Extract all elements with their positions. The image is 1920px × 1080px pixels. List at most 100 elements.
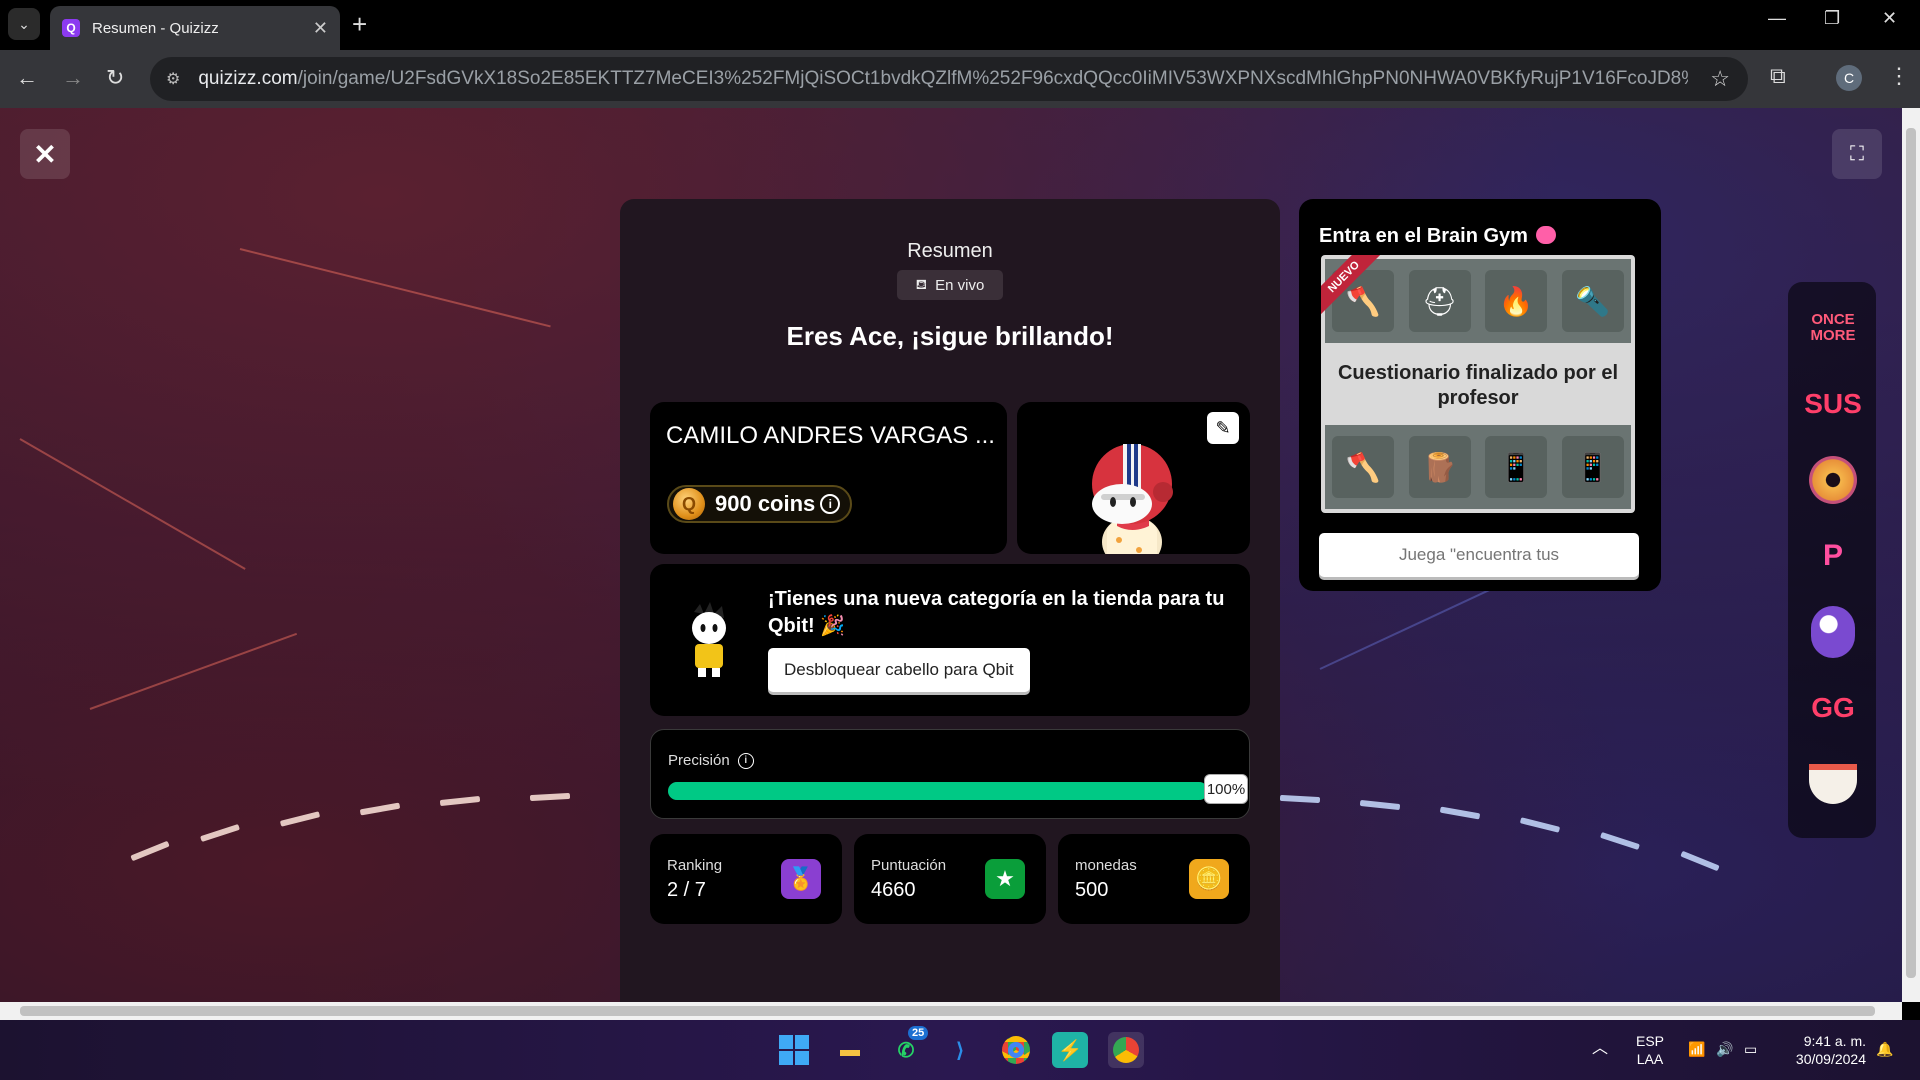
bg-streak (19, 438, 246, 570)
coins-balance[interactable]: Q 900 coins i (667, 485, 853, 523)
bg-streak (89, 632, 298, 710)
tab-close-icon[interactable]: ✕ (313, 18, 328, 39)
language-indicator[interactable]: ESP LAA (1636, 1032, 1664, 1068)
brain-icon (1535, 226, 1556, 244)
site-info-icon[interactable]: ⚙ (166, 69, 180, 89)
reload-button[interactable]: ↻ (106, 65, 124, 91)
brain-gym-caption: Cuestionario finalizado por el profesor (1337, 362, 1619, 409)
result-headline: Eres Ace, ¡sigue brillando! (786, 321, 1114, 351)
game-once-more[interactable]: ONCE MORE (1801, 300, 1865, 356)
extensions-icon[interactable]: ⧉ (1770, 63, 1786, 89)
coins-stat: monedas 500 🪙 (1058, 834, 1250, 924)
bg-light (439, 795, 481, 807)
wifi-icon[interactable]: 📶 (1688, 1040, 1705, 1058)
info-icon[interactable]: i (820, 494, 841, 514)
bg-light (1680, 850, 1720, 872)
brain-gym-banner[interactable]: 🪓 ⛑ 🔥 🔦 NUEVO Cuestionario finalizado po… (1321, 255, 1635, 513)
donut-icon (1809, 456, 1857, 504)
player-name: CAMILO ANDRES VARGAS ... (666, 422, 995, 449)
ramen-icon (1809, 764, 1857, 804)
close-button[interactable]: ✕ (20, 129, 70, 179)
accuracy-value: 100% (1204, 774, 1248, 804)
stat-value: 2 / 7 (667, 879, 706, 901)
game-ramen[interactable] (1801, 756, 1865, 812)
app-bolt-icon[interactable]: ⚡ (1052, 1032, 1088, 1068)
bg-light (279, 811, 321, 827)
coin-icon: Q (673, 488, 705, 520)
bg-light (1279, 794, 1321, 804)
tab-bar: ⌄ Q Resumen - Quizizz ✕ + — ❐ ✕ (0, 0, 1920, 50)
lang-region: LAA (1636, 1051, 1664, 1067)
chrome-profile-icon[interactable] (1108, 1032, 1144, 1068)
ranking-stat: Ranking 2 / 7 🏅 (650, 834, 842, 924)
tray-chevron-icon[interactable]: ︿ (1592, 1040, 1608, 1058)
url-text: quizizz.com/join/game/U2FsdGVkX18So2E85E… (198, 68, 1688, 89)
notification-badge: 25 (908, 1026, 929, 1040)
player-card: CAMILO ANDRES VARGAS ... Q 900 coins i (650, 402, 1007, 554)
bg-light (130, 840, 170, 862)
profile-avatar[interactable]: C (1836, 65, 1862, 91)
stat-label: Ranking (667, 857, 723, 874)
battery-icon[interactable]: ▭ (1744, 1040, 1757, 1058)
menu-icon[interactable]: ⋮ (1888, 63, 1910, 89)
restore-button[interactable]: ❐ (1824, 8, 1840, 29)
scroll-thumb[interactable] (20, 1006, 1875, 1016)
phone-icon: 📱 (1561, 436, 1624, 498)
new-tab-button[interactable]: + (352, 10, 367, 38)
pencil-icon: ✎ (1215, 417, 1231, 438)
unlock-hair-button[interactable]: Desbloquear cabello para Qbit (768, 648, 1030, 692)
phone-icon: 📱 (1485, 436, 1548, 498)
tab-search-button[interactable]: ⌄ (8, 8, 40, 40)
bg-light (1519, 817, 1561, 833)
avatar (1092, 444, 1173, 554)
lang-code: ESP (1636, 1033, 1665, 1049)
bg-light (1439, 806, 1481, 820)
brain-gym-title-text: Entra en el Brain Gym (1319, 225, 1528, 247)
game-p[interactable]: P (1801, 528, 1865, 584)
vertical-scrollbar[interactable] (1902, 108, 1920, 1002)
games-rail: ONCE MORE SUS P GG (1788, 282, 1876, 838)
horizontal-scrollbar[interactable] (0, 1002, 1902, 1020)
fullscreen-button[interactable]: ⛶ (1832, 129, 1882, 179)
bookmark-star-icon[interactable]: ☆ (1710, 66, 1730, 92)
active-tab[interactable]: Q Resumen - Quizizz ✕ (50, 6, 340, 50)
flashlight-icon: 🔦 (1561, 270, 1624, 332)
stat-value: 500 (1075, 879, 1109, 901)
bg-streak (239, 248, 551, 328)
notification-bell-icon[interactable]: 🔔 (1876, 1040, 1893, 1058)
tab-title: Resumen - Quizizz (92, 19, 219, 37)
mode-label: En vivo (935, 276, 985, 294)
address-bar[interactable]: ⚙ quizizz.com/join/game/U2FsdGVkX18So2E8… (150, 57, 1748, 101)
file-explorer-icon[interactable]: ▬ (832, 1032, 868, 1068)
axe-icon: 🪓 (1332, 436, 1395, 498)
windows-start-icon[interactable] (776, 1032, 812, 1068)
chrome-icon[interactable] (998, 1032, 1034, 1068)
scroll-thumb[interactable] (1906, 128, 1916, 978)
game-gg[interactable]: GG (1801, 680, 1865, 736)
minimize-button[interactable]: — (1768, 8, 1786, 29)
accuracy-card: Precisión i 100% (650, 729, 1250, 819)
clock[interactable]: 9:41 a. m. 30/09/2024 (1782, 1032, 1866, 1068)
game-astronaut[interactable] (1801, 604, 1865, 660)
edit-avatar-button[interactable]: ✎ (1207, 412, 1239, 444)
info-icon[interactable]: i (737, 752, 754, 769)
brain-gym-input[interactable] (1319, 533, 1639, 577)
summary-panel: Resumen ⛾ En vivo Eres Ace, ¡sigue brill… (620, 199, 1280, 1002)
forward-button[interactable]: → (62, 65, 84, 91)
game-sus[interactable]: SUS (1801, 376, 1865, 432)
close-window-button[interactable]: ✕ (1882, 8, 1897, 29)
accuracy-bar-fill (668, 782, 1208, 800)
promo-message: ¡Tienes una nueva categoría en la tienda… (768, 588, 1225, 637)
whatsapp-icon[interactable]: ✆ 25 (888, 1026, 929, 1068)
live-mode-icon: ⛾ (915, 275, 928, 292)
back-button[interactable]: ← (16, 65, 38, 91)
bg-light (529, 792, 571, 802)
brain-gym-card: Entra en el Brain Gym 🪓 ⛑ 🔥 🔦 NUEVO Cues… (1299, 199, 1661, 591)
clock-date: 30/09/2024 (1795, 1051, 1866, 1067)
accuracy-label: Precisión (668, 752, 730, 769)
vscode-icon[interactable]: ⟩ (942, 1032, 978, 1068)
item-row: 🪓 🪵 📱 📱 (1325, 425, 1631, 509)
log-icon: 🪵 (1408, 436, 1471, 498)
game-donut[interactable] (1801, 452, 1865, 508)
volume-icon[interactable]: 🔊 (1716, 1040, 1733, 1058)
